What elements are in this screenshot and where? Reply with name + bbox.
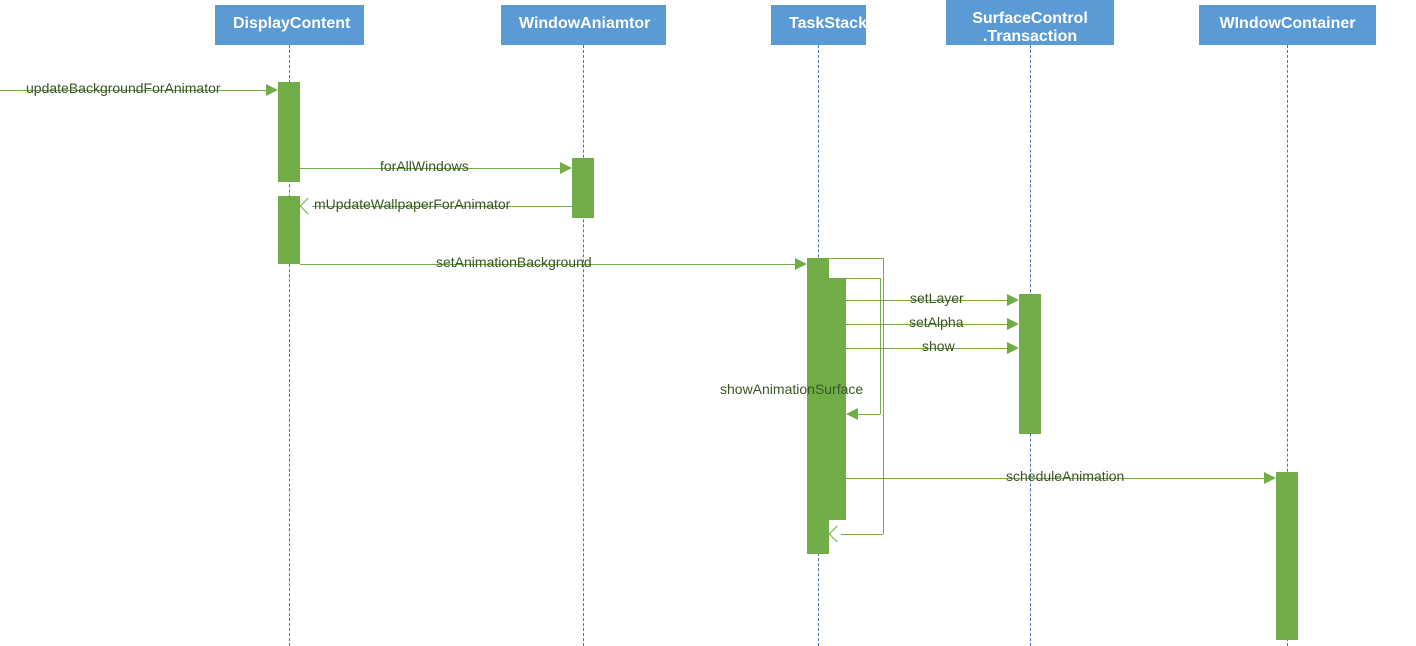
self-outer-top	[829, 258, 883, 259]
msg-update-background-label: updateBackgroundForAnimator	[26, 80, 221, 96]
participant-task-stack: TaskStack	[771, 5, 866, 45]
msg-set-layer-arrow-icon	[1007, 294, 1019, 306]
participant-window-animator: WindowAniamtor	[501, 5, 666, 45]
msg-update-background-arrow-icon	[266, 84, 278, 96]
participant-surface-control-transaction: SurfaceControl .Transaction	[946, 0, 1114, 45]
participant-display-content: DisplayContent	[215, 5, 364, 45]
self-inner-arrow-icon	[846, 408, 858, 420]
msg-set-layer-label: setLayer	[910, 290, 964, 306]
activation-sct	[1019, 294, 1041, 434]
msg-show-label: show	[922, 338, 955, 354]
msg-for-all-windows-label: forAllWindows	[380, 158, 469, 174]
msg-for-all-windows-arrow-icon	[560, 162, 572, 174]
self-outer-arrow-icon	[829, 526, 846, 543]
self-inner-top	[846, 278, 880, 279]
self-inner-vert	[880, 278, 881, 414]
msg-schedule-animation-label: scheduleAnimation	[1006, 468, 1124, 484]
self-inner-bottom	[858, 414, 880, 415]
activation-dc-2	[278, 196, 300, 264]
activation-dc-1	[278, 82, 300, 182]
activation-ts-2	[824, 278, 846, 520]
msg-set-alpha-label: setAlpha	[909, 314, 963, 330]
msg-set-alpha-arrow-icon	[1007, 318, 1019, 330]
msg-schedule-animation-arrow-icon	[1264, 472, 1276, 484]
msg-set-animation-bg-arrow-icon	[795, 258, 807, 270]
lifeline-window-animator	[583, 45, 584, 646]
msg-set-animation-bg-label: setAnimationBackground	[436, 254, 592, 270]
msg-show-animation-surface-label: showAnimationSurface	[720, 381, 863, 397]
msg-show-arrow-icon	[1007, 342, 1019, 354]
self-outer-bottom	[841, 534, 883, 535]
activation-wc	[1276, 472, 1298, 640]
activation-wa	[572, 158, 594, 218]
participant-window-container: WIndowContainer	[1199, 5, 1376, 45]
msg-update-wallpaper-label: mUpdateWallpaperForAnimator	[314, 196, 510, 212]
